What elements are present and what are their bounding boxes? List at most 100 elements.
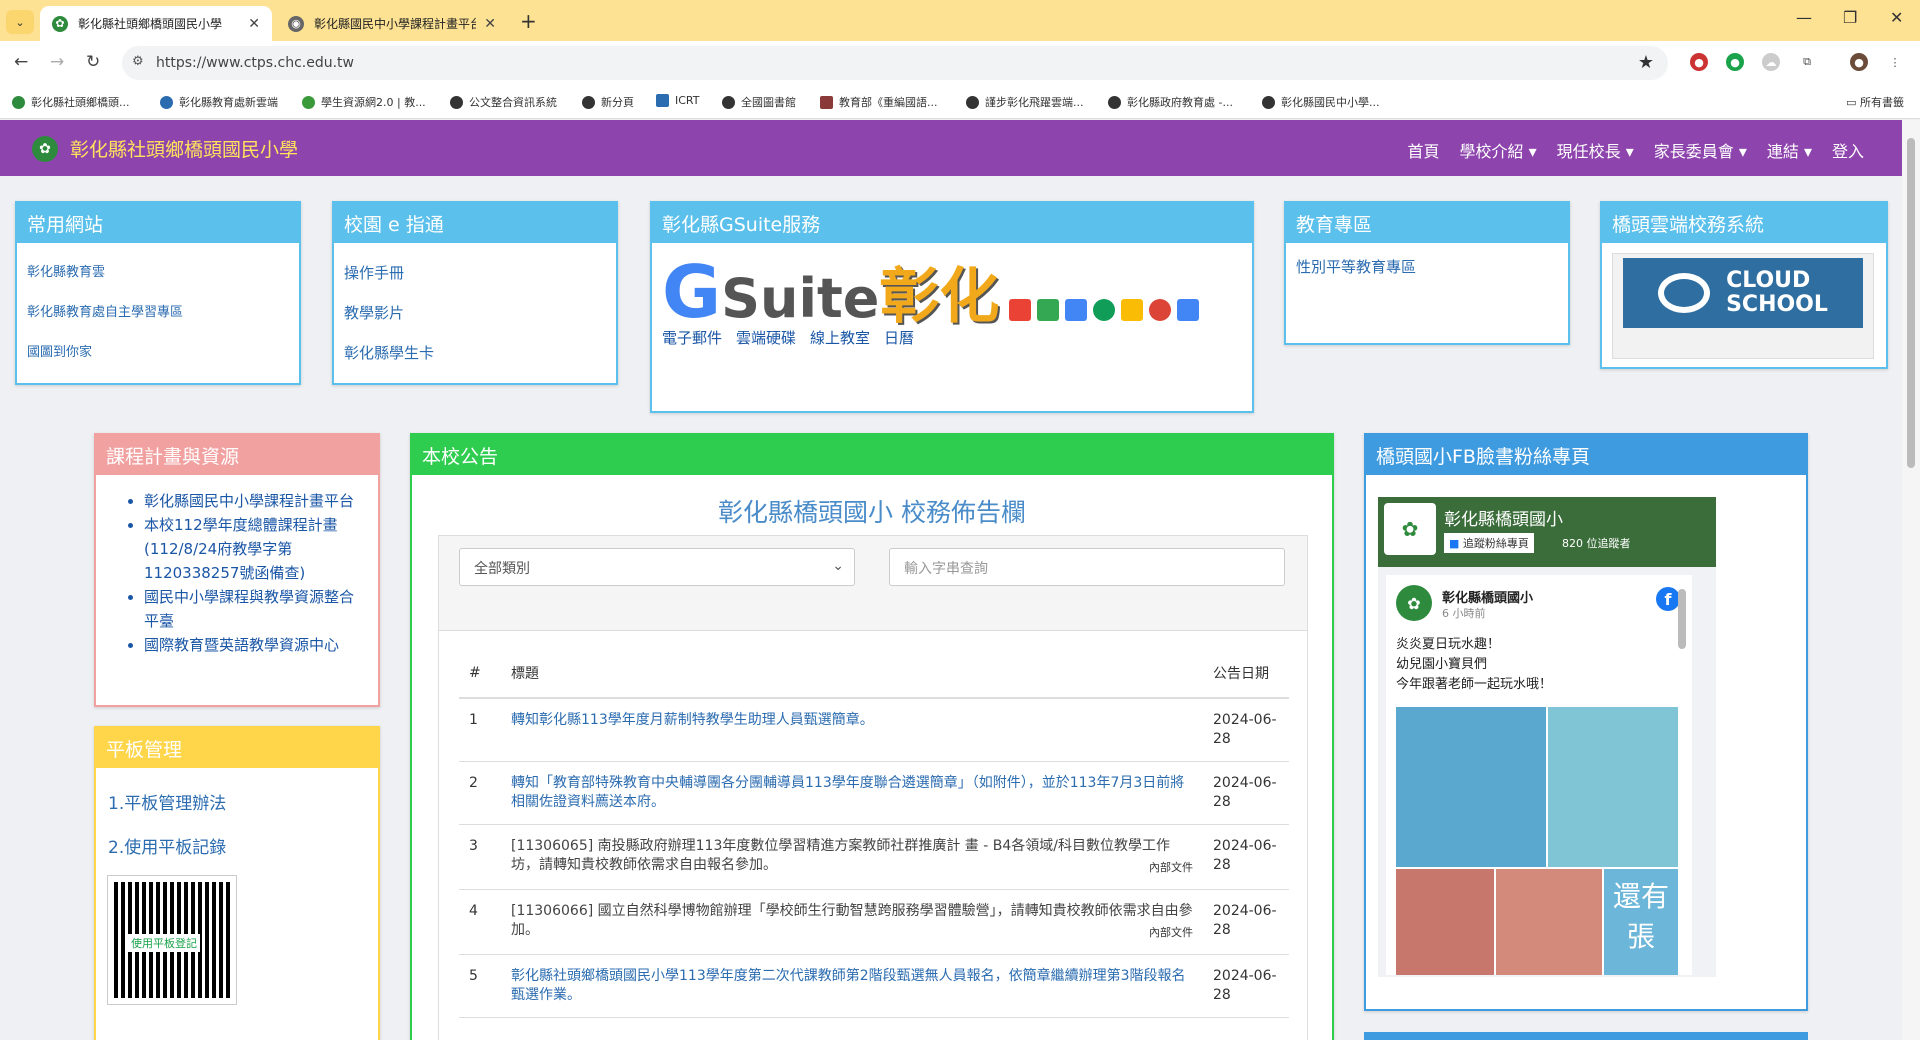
bookmark-item[interactable]: 公文整合資訊系統: [450, 94, 557, 110]
panel-announcements: 本校公告 彰化縣橋頭國小 校務佈告欄 全部類別 ⌄ 輸入字串查詢 # 標題 公告日…: [410, 433, 1334, 1040]
more-photos-overlay[interactable]: 還有 張: [1604, 869, 1678, 975]
reload-icon[interactable]: ↻: [86, 52, 100, 72]
announcement-link[interactable]: [11306066] 國立自然科學博物館辦理「學校師生行動智慧跨服務學習體驗營」…: [501, 889, 1203, 955]
tab-title: 彰化縣社頭鄉橋頭國民小學: [78, 17, 223, 31]
announcement-title[interactable]: 轉知「教育部特殊教育中央輔導團各分團輔導員113學年度聯合遴選簡章」（如附件），…: [511, 775, 1184, 810]
close-window-icon[interactable]: ✕: [1890, 8, 1903, 27]
link-videos[interactable]: 教學影片: [344, 293, 606, 333]
announcement-link[interactable]: 轉知彰化縣113學年度月薪制特教學生助理人員甄選簡章。: [501, 698, 1203, 762]
post-photos[interactable]: 還有 張: [1396, 707, 1678, 975]
fb-follow-button[interactable]: ■ 追蹤粉絲專頁: [1444, 533, 1534, 553]
bookmark-star-icon[interactable]: ★: [1638, 52, 1654, 73]
post-text: 炎炎夏日玩水趣！ 幼兒園小寶貝們 今年跟著老師一起玩水哦！: [1396, 637, 1553, 692]
menu-parents[interactable]: 家長委員會 ▾: [1654, 138, 1747, 162]
site-info-icon[interactable]: ⚙: [132, 54, 144, 69]
extensions-puzzle-icon[interactable]: ⧉: [1798, 53, 1816, 71]
address-bar[interactable]: ⚙ https://www.ctps.chc.edu.tw ★: [122, 46, 1668, 80]
bookmark-item[interactable]: 新分頁: [582, 94, 634, 110]
bookmark-item[interactable]: 全國圖書館: [722, 94, 796, 110]
new-tab-icon[interactable]: +: [520, 9, 537, 33]
link-national-library[interactable]: 國圖到你家: [27, 333, 289, 373]
bookmark-item[interactable]: ICRT: [656, 94, 700, 107]
link-curriculum-platform[interactable]: 彰化縣國民中小學課程計畫平台: [144, 489, 366, 513]
browser-menu-icon[interactable]: ⋮: [1886, 53, 1904, 71]
facebook-icon[interactable]: f: [1656, 587, 1680, 611]
link-resource-platform[interactable]: 國民中小學課程與教學資源整合平臺: [144, 585, 366, 633]
extension-green-icon[interactable]: ●: [1726, 53, 1744, 71]
bookmark-item[interactable]: 彰化縣教育處新雲端: [160, 94, 278, 110]
avatar[interactable]: ✿: [1396, 585, 1432, 621]
link-gender-equality[interactable]: 性別平等教育專區: [1296, 253, 1558, 281]
tab-school-home[interactable]: ✿ 彰化縣社頭鄉橋頭國民小學 ✕: [40, 6, 272, 41]
tablet-qr-code[interactable]: 使用平板登記: [107, 875, 237, 1005]
bookmark-item[interactable]: 學生資源網2.0 | 教...: [302, 94, 426, 110]
link-student-card[interactable]: 彰化縣學生卡: [344, 333, 606, 373]
bookmark-item[interactable]: 彰化縣國民中小學...: [1262, 94, 1380, 110]
close-tab-icon[interactable]: ✕: [248, 16, 260, 32]
photo[interactable]: [1496, 869, 1602, 975]
fb-page-name[interactable]: 彰化縣橋頭國小: [1444, 505, 1563, 530]
tab-search-button[interactable]: ⌄: [6, 10, 34, 34]
announcement-link[interactable]: [11306065] 南投縣政府辦理113年度數位學習精進方案教師社群推廣計 畫…: [501, 824, 1203, 890]
extension-cloud-icon[interactable]: ☁: [1762, 53, 1780, 71]
link-calendar[interactable]: 日曆: [884, 327, 914, 348]
link-email[interactable]: 電子郵件: [662, 327, 722, 348]
panel-below-fb-edge: [1364, 1032, 1808, 1040]
post-time[interactable]: 6 小時前: [1442, 605, 1486, 621]
announcement-link[interactable]: 轉知「教育部特殊教育中央輔導團各分團輔導員113學年度聯合遴選簡章」（如附件），…: [501, 761, 1203, 825]
bookmark-item[interactable]: 謹步彰化飛躍雲端...: [966, 94, 1084, 110]
restore-icon[interactable]: ❐: [1843, 8, 1857, 27]
menu-home[interactable]: 首頁: [1407, 138, 1439, 162]
menu-login[interactable]: 登入: [1832, 138, 1864, 162]
page-scrollbar[interactable]: [1902, 120, 1920, 1040]
announcement-title[interactable]: 轉知彰化縣113學年度月薪制特教學生助理人員甄選簡章。: [511, 712, 874, 728]
bookmark-favicon-icon: [582, 95, 595, 109]
link-self-learning[interactable]: 彰化縣教育處自主學習專區: [27, 293, 289, 333]
photo[interactable]: [1548, 707, 1678, 867]
photo[interactable]: [1396, 707, 1546, 867]
menu-about[interactable]: 學校介紹 ▾: [1459, 138, 1536, 162]
fb-page-header[interactable]: ✿ 彰化縣橋頭國小 ■ 追蹤粉絲專頁 820 位追蹤者: [1378, 497, 1716, 567]
all-bookmarks-folder[interactable]: ▭ 所有書籤: [1846, 94, 1904, 110]
school-logo-icon[interactable]: ✿: [32, 136, 58, 162]
table-row: 5 彰化縣社頭鄉橋頭國民小學113學年度第二次代課教師第2階段甄選無人員報名，依…: [459, 954, 1289, 1018]
announcement-date: 2024-06-28: [1203, 698, 1289, 762]
forward-icon[interactable]: →: [50, 52, 64, 72]
link-english-center[interactable]: 國際教育暨英語教學資源中心: [144, 633, 366, 657]
announcement-title[interactable]: 彰化縣社頭鄉橋頭國民小學113學年度第二次代課教師第2階段甄選無人員報名，依簡章…: [511, 968, 1186, 1003]
bookmark-item[interactable]: 教育部《重編國語...: [820, 94, 938, 110]
announcement-link[interactable]: 彰化縣社頭鄉橋頭國民小學113學年度第二次代課教師第2階段甄選無人員報名，依簡章…: [501, 954, 1203, 1018]
gsuite-logo[interactable]: G Suite 彰化: [662, 255, 1242, 329]
menu-links[interactable]: 連結 ▾: [1767, 138, 1812, 162]
site-name[interactable]: 彰化縣社頭鄉橋頭國民小學: [70, 135, 298, 162]
link-edu-cloud[interactable]: 彰化縣教育雲: [27, 253, 289, 293]
photo[interactable]: [1396, 869, 1494, 975]
tab-curriculum-platform[interactable]: ◉ 彰化縣國民中小學課程計畫平台 ✕: [276, 6, 508, 41]
link-classroom[interactable]: 線上教室: [810, 327, 870, 348]
cloud-logo-icon: [1658, 273, 1711, 313]
link-tablet-records[interactable]: 2.使用平板記錄: [108, 826, 366, 870]
category-select[interactable]: 全部類別 ⌄: [459, 548, 855, 586]
close-tab-icon[interactable]: ✕: [484, 16, 496, 32]
menu-principal[interactable]: 現任校長 ▾: [1557, 138, 1634, 162]
search-input[interactable]: 輸入字串查詢: [889, 548, 1285, 586]
post-author[interactable]: 彰化縣橋頭國小: [1442, 587, 1533, 606]
scrollbar-thumb[interactable]: [1907, 138, 1915, 468]
profile-avatar[interactable]: ●: [1850, 53, 1868, 71]
extension-red-icon[interactable]: ●: [1690, 53, 1708, 71]
link-manual[interactable]: 操作手冊: [344, 253, 606, 293]
bookmark-favicon-icon: [160, 95, 173, 109]
link-tablet-rules[interactable]: 1.平板管理辦法: [108, 782, 366, 826]
bookmark-item[interactable]: 彰化縣社頭鄉橋頭...: [12, 94, 130, 110]
link-drive[interactable]: 雲端硬碟: [736, 327, 796, 348]
cloud-school-banner[interactable]: CLOUD SCHOOL: [1612, 253, 1874, 359]
scrollbar-thumb[interactable]: [1678, 589, 1686, 649]
bookmark-item[interactable]: 彰化縣政府教育處 -...: [1108, 94, 1233, 110]
fb-post-card[interactable]: ✿ 彰化縣橋頭國小 6 小時前 f 炎炎夏日玩水趣！ 幼兒園小寶貝們 今年跟著老…: [1386, 575, 1692, 975]
minimize-icon[interactable]: —: [1796, 8, 1812, 27]
link-school-plan[interactable]: 本校112學年度總體課程計畫(112/8/24府教學字第1120338257號函…: [144, 513, 366, 585]
announcement-title[interactable]: [11306066] 國立自然科學博物館辦理「學校師生行動智慧跨服務學習體驗營」…: [511, 903, 1193, 938]
back-icon[interactable]: ←: [14, 52, 28, 72]
announcement-title[interactable]: [11306065] 南投縣政府辦理113年度數位學習精進方案教師社群推廣計 畫…: [511, 838, 1170, 873]
fb-scrollbar[interactable]: [1678, 585, 1688, 985]
